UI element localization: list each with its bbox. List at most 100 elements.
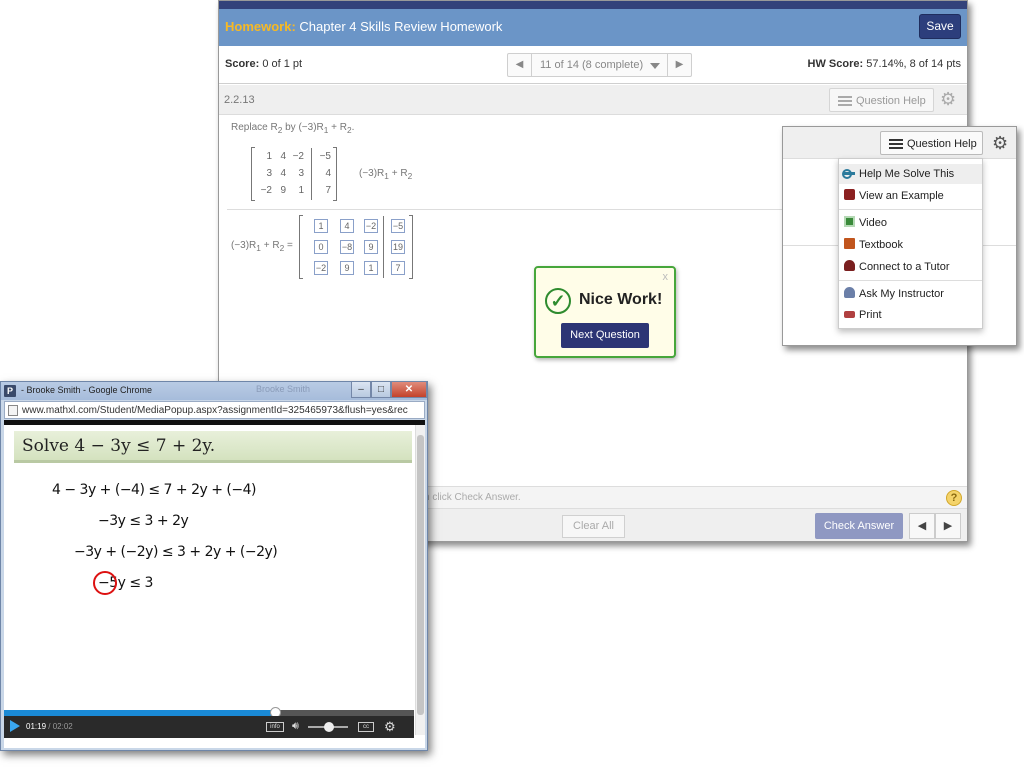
scrollbar-thumb[interactable] <box>417 435 424 715</box>
result-text: (−3)R <box>231 240 257 251</box>
help-icon[interactable]: ? <box>946 490 962 506</box>
menu-item-print[interactable]: Print <box>839 305 982 325</box>
problem-statement: Solve 4 − 3y ≤ 7 + 2y. <box>22 436 216 456</box>
url-text[interactable]: www.mathxl.com/Student/MediaPopup.aspx?a… <box>22 405 422 416</box>
answer-cell[interactable]: 1 <box>364 261 378 275</box>
menu-item-label: Help Me Solve This <box>859 168 955 180</box>
menu-item-ask-instructor[interactable]: Ask My Instructor <box>839 284 982 304</box>
matrix-cell: 4 <box>325 168 331 179</box>
list-icon <box>838 96 852 106</box>
result-text: + R <box>260 240 280 251</box>
close-icon[interactable]: x <box>663 271 669 283</box>
question-help-label: Question Help <box>856 95 926 107</box>
play-icon[interactable] <box>10 720 20 732</box>
video-player: Solve 4 − 3y ≤ 7 + 2y. 4 − 3y + (−4) ≤ 7… <box>4 420 425 748</box>
check-answer-button[interactable]: Check Answer <box>815 513 903 539</box>
video-icon <box>844 216 855 227</box>
question-help-button[interactable]: Question Help <box>880 131 983 155</box>
question-help-label: Question Help <box>907 138 977 150</box>
matrix-cell: −5 <box>319 151 331 162</box>
matrix-cell: 3 <box>266 168 272 179</box>
menu-item-video[interactable]: Video <box>839 213 982 233</box>
tutor-icon <box>844 260 855 271</box>
gear-icon[interactable]: ⚙ <box>940 90 956 108</box>
app-icon: P <box>4 385 16 397</box>
hw-score-value: 57.14%, 8 of 14 pts <box>866 58 961 70</box>
menu-item-textbook[interactable]: Textbook <box>839 235 982 255</box>
next-question-arrow-button[interactable]: ▶ <box>935 513 961 539</box>
current-time: 01:19 <box>26 722 47 731</box>
menu-item-label: Video <box>859 217 887 229</box>
chevron-down-icon[interactable] <box>650 63 660 69</box>
hw-score: HW Score: 57.14%, 8 of 14 pts <box>808 58 961 70</box>
pager-next-button[interactable]: ▶ <box>667 54 691 76</box>
score-bar: Score: 0 of 1 pt ◀ 11 of 14 (8 complete)… <box>219 46 967 84</box>
print-icon <box>844 311 855 318</box>
maximize-button[interactable]: □ <box>371 382 391 398</box>
settings-gear-icon[interactable]: ⚙ <box>384 719 396 735</box>
answer-cell[interactable]: 0 <box>314 240 328 254</box>
answer-cell[interactable]: −8 <box>340 240 354 254</box>
operation-text: (−3)R <box>359 168 385 179</box>
answer-cell[interactable]: −5 <box>391 219 405 233</box>
homework-label: Homework: <box>225 19 296 34</box>
menu-item-help-me-solve[interactable]: Help Me Solve This <box>839 164 982 184</box>
matrix-cell: 3 <box>298 168 304 179</box>
volume-icon[interactable]: 🔊︎ <box>292 720 299 733</box>
nice-work-title: Nice Work! <box>579 291 663 308</box>
scrollbar[interactable] <box>415 425 425 735</box>
hw-score-label: HW Score: <box>807 58 864 70</box>
hint-text: n click Check Answer. <box>424 492 521 503</box>
matrix-cell: 1 <box>298 185 304 196</box>
question-bar: 2.2.13 Question Help ⚙ <box>219 85 967 115</box>
pager-prev-button[interactable]: ◀ <box>508 54 532 76</box>
score-label: Score: <box>225 58 260 70</box>
list-icon <box>889 139 903 149</box>
close-window-button[interactable]: ✕ <box>391 382 427 398</box>
matrix-cell: 4 <box>280 168 286 179</box>
menu-item-tutor[interactable]: Connect to a Tutor <box>839 257 982 277</box>
homework-header: Homework: Chapter 4 Skills Review Homewo… <box>219 9 967 46</box>
question-help-button[interactable]: Question Help <box>829 88 934 112</box>
question-pager[interactable]: ◀ 11 of 14 (8 complete) ▶ <box>507 53 692 77</box>
menu-item-label: Connect to a Tutor <box>859 261 950 273</box>
matrix-cell: −2 <box>292 151 304 162</box>
answer-cell[interactable]: 9 <box>340 261 354 275</box>
captions-button[interactable]: cc <box>358 722 374 732</box>
info-button[interactable]: info <box>266 722 284 732</box>
volume-handle[interactable] <box>324 722 334 732</box>
menu-item-label: Ask My Instructor <box>859 288 944 300</box>
window-titlebar[interactable]: P - Brooke Smith - Google Chrome Brooke … <box>1 382 427 400</box>
menu-separator <box>839 209 982 210</box>
gear-icon[interactable]: ⚙ <box>992 134 1008 152</box>
checkmark-icon: ✓ <box>545 288 571 314</box>
solution-step: −3y ≤ 3 + 2y <box>98 513 189 529</box>
answer-cell[interactable]: 9 <box>364 240 378 254</box>
answer-cell[interactable]: 4 <box>340 219 354 233</box>
answer-cell[interactable]: 1 <box>314 219 328 233</box>
instruction: Replace R2 by (−3)R1 + R2. <box>231 122 354 135</box>
answer-cell[interactable]: −2 <box>364 219 378 233</box>
answer-cell[interactable]: 19 <box>391 240 405 254</box>
row-operation: (−3)R1 + R2 <box>359 168 412 181</box>
clear-all-button[interactable]: Clear All <box>562 515 625 538</box>
answer-cell[interactable]: −2 <box>314 261 328 275</box>
augment-bar <box>383 216 384 278</box>
augment-bar <box>311 148 312 200</box>
previous-question-button[interactable]: ◀ <box>909 513 935 539</box>
pager-label[interactable]: 11 of 14 (8 complete) <box>540 59 643 71</box>
answer-cell[interactable]: 7 <box>391 261 405 275</box>
answer-matrix: 1 4 −2 −5 0 −8 9 19 −2 9 1 7 <box>299 215 413 279</box>
solution-step: 4 − 3y + (−4) ≤ 7 + 2y + (−4) <box>52 482 256 498</box>
matrix-cell: −2 <box>260 185 272 196</box>
total-time: / 02:02 <box>48 722 73 731</box>
menu-separator <box>839 280 982 281</box>
menu-item-label: Print <box>859 309 882 321</box>
instruction-text: + R <box>328 122 348 133</box>
url-bar[interactable]: www.mathxl.com/Student/MediaPopup.aspx?a… <box>4 401 425 419</box>
menu-item-view-example[interactable]: View an Example <box>839 186 982 206</box>
minimize-button[interactable]: – <box>351 382 371 398</box>
next-question-button[interactable]: Next Question <box>561 323 649 348</box>
matrix-cell: 4 <box>280 151 286 162</box>
save-button[interactable]: Save <box>919 14 961 39</box>
